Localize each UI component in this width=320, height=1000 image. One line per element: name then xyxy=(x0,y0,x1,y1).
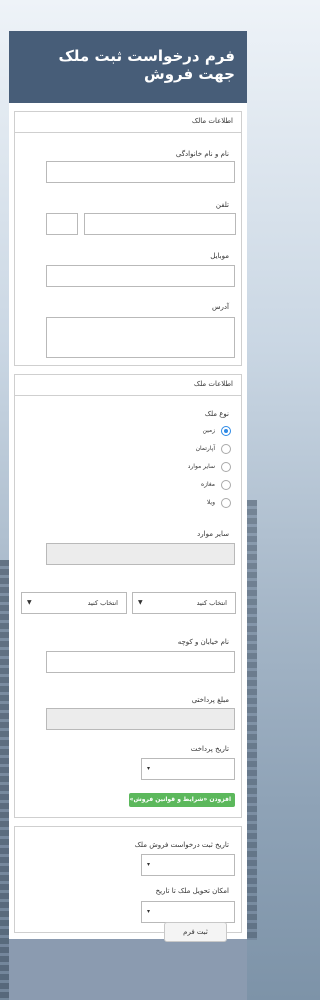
select-right[interactable]: انتخاب کنید ▼ xyxy=(132,592,236,614)
radio-button[interactable] xyxy=(221,480,231,490)
payment-date-label: تاریخ پرداخت xyxy=(190,745,229,753)
radio-label: زمین xyxy=(202,427,216,434)
property-section-header: اطلاعات ملک xyxy=(15,375,241,396)
request-date-label: تاریخ ثبت درخواست فروش ملک xyxy=(134,841,229,849)
form-footer xyxy=(9,939,247,1000)
add-terms-button[interactable]: افزودن «شرایط و قوانین فروش» جدید xyxy=(114,793,235,807)
payment-date-select[interactable]: ▾ xyxy=(141,758,235,780)
name-input[interactable] xyxy=(46,161,235,183)
form-title: فرم درخواست ثبت ملک جهت فروش xyxy=(58,47,235,83)
radio-option-land[interactable]: زمین xyxy=(111,426,231,438)
address-label: آدرس xyxy=(212,303,229,311)
mobile-label: موبایل xyxy=(210,252,229,260)
owner-section: اطلاعات مالک نام و نام خانوادگی تلفن موب… xyxy=(14,111,242,366)
delivery-date-select[interactable]: ▾ xyxy=(141,901,235,923)
property-section: اطلاعات ملک نوع ملک زمین آپارتمان سایر م… xyxy=(14,374,242,818)
select-left[interactable]: انتخاب کنید ▼ xyxy=(21,592,127,614)
payment-amount-label: مبلغ پرداختی xyxy=(191,696,229,704)
dates-section: تاریخ ثبت درخواست فروش ملک ▾ امکان تحویل… xyxy=(14,826,242,933)
chevron-down-icon: ▾ xyxy=(147,765,151,772)
phone-number-input[interactable] xyxy=(84,213,236,235)
name-label: نام و نام خانوادگی xyxy=(175,150,229,158)
street-input[interactable] xyxy=(46,651,235,673)
radio-option-villa[interactable]: ویلا xyxy=(111,498,231,510)
radio-button[interactable] xyxy=(221,498,231,508)
submit-button-label: ثبت فرم xyxy=(183,928,208,936)
radio-label: آپارتمان xyxy=(195,445,215,452)
radio-option-other[interactable]: سایر موارد xyxy=(111,462,231,474)
delivery-date-label: امکان تحویل ملک تا تاریخ xyxy=(155,887,229,895)
phone-label: تلفن xyxy=(215,201,229,209)
radio-label: ویلا xyxy=(206,499,215,506)
chevron-down-icon: ▼ xyxy=(27,599,32,606)
chevron-down-icon: ▾ xyxy=(147,908,151,915)
form-container: فرم درخواست ثبت ملک جهت فروش اطلاعات مال… xyxy=(9,31,247,1000)
request-date-select[interactable]: ▾ xyxy=(141,854,235,876)
radio-label: مغازه xyxy=(201,481,215,488)
phone-area-code-input[interactable] xyxy=(46,213,78,235)
owner-section-title: اطلاعات مالک xyxy=(191,117,233,125)
select-right-value: انتخاب کنید xyxy=(196,599,227,607)
property-section-title: اطلاعات ملک xyxy=(193,380,233,388)
select-left-value: انتخاب کنید xyxy=(87,599,118,607)
address-textarea[interactable] xyxy=(46,317,235,358)
radio-option-shop[interactable]: مغازه xyxy=(111,480,231,492)
property-type-label: نوع ملک xyxy=(204,410,229,418)
radio-button[interactable] xyxy=(221,462,231,472)
radio-button[interactable] xyxy=(221,444,231,454)
form-header: فرم درخواست ثبت ملک جهت فروش xyxy=(9,31,247,103)
radio-button[interactable] xyxy=(221,426,231,436)
other-details-input[interactable] xyxy=(46,543,235,565)
submit-button[interactable]: ثبت فرم xyxy=(164,922,227,942)
add-terms-button-label: افزودن «شرایط و قوانین فروش» جدید xyxy=(114,796,231,803)
radio-option-apartment[interactable]: آپارتمان xyxy=(111,444,231,456)
chevron-down-icon: ▼ xyxy=(138,599,143,606)
street-label: نام خیابان و کوچه xyxy=(177,638,229,646)
owner-section-header: اطلاعات مالک xyxy=(15,112,241,133)
payment-amount-input[interactable] xyxy=(46,708,235,730)
chevron-down-icon: ▾ xyxy=(147,861,151,868)
mobile-input[interactable] xyxy=(46,265,235,287)
other-details-label: سایر موارد xyxy=(197,530,229,538)
radio-label: سایر موارد xyxy=(187,463,215,470)
